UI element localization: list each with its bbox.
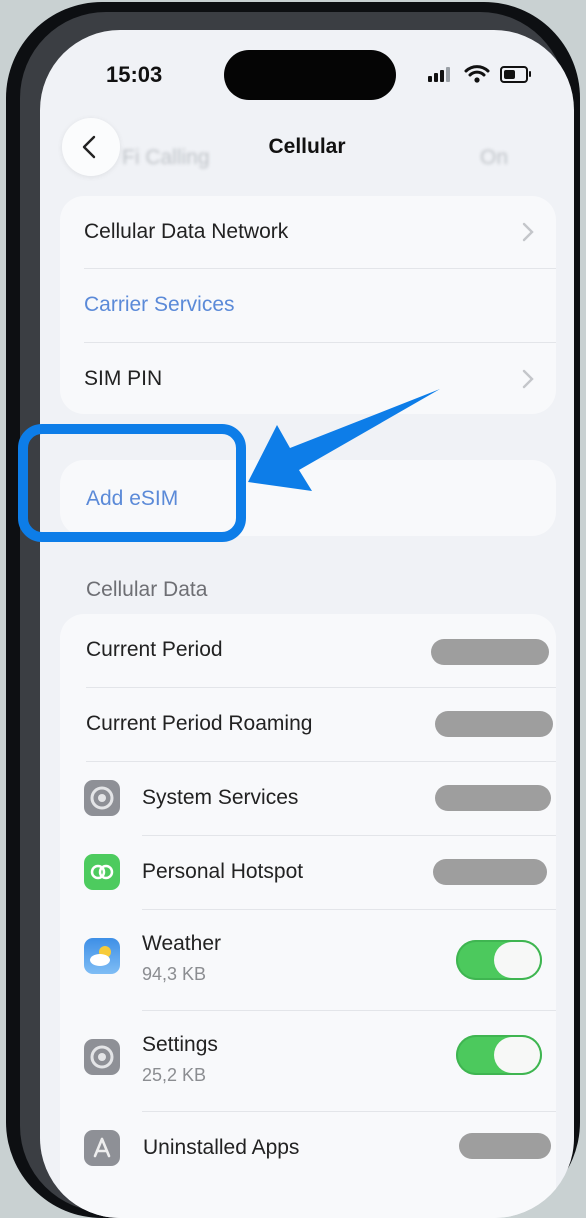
pointer-arrow-icon xyxy=(248,389,440,491)
